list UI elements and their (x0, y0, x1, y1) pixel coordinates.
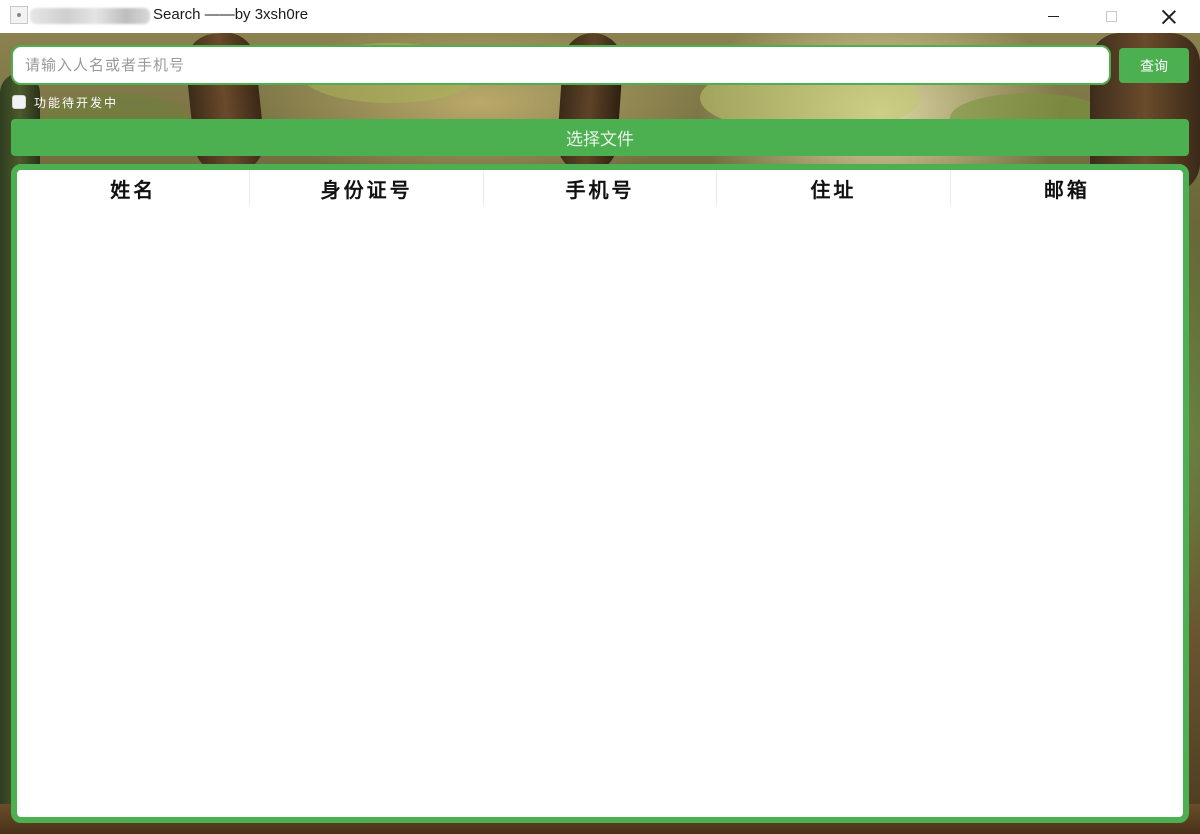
minimize-icon (1047, 16, 1059, 17)
redacted-title (30, 8, 150, 24)
search-input[interactable] (11, 45, 1111, 85)
column-header-phone[interactable]: 手机号 (484, 170, 718, 206)
close-button[interactable] (1140, 0, 1198, 33)
column-header-id-number[interactable]: 身份证号 (250, 170, 484, 206)
column-header-email[interactable]: 邮箱 (951, 170, 1183, 206)
query-button[interactable]: 查询 (1119, 48, 1189, 83)
feature-checkbox-label: 功能待开发中 (34, 95, 119, 110)
minimize-button[interactable] (1024, 0, 1082, 33)
column-header-address[interactable]: 住址 (717, 170, 951, 206)
table-header: 姓名 身份证号 手机号 住址 邮箱 (17, 170, 1183, 206)
window-title: Search ——by 3xsh0re (153, 6, 309, 23)
select-file-button[interactable]: 选择文件 (11, 119, 1189, 156)
results-table[interactable]: 姓名 身份证号 手机号 住址 邮箱 (11, 164, 1189, 823)
close-icon (1162, 10, 1176, 24)
column-header-name[interactable]: 姓名 (17, 170, 251, 206)
maximize-button[interactable] (1082, 0, 1140, 33)
feature-checkbox[interactable] (12, 95, 26, 109)
feature-option[interactable]: 功能待开发中 (12, 94, 118, 110)
maximize-icon (1105, 11, 1117, 22)
title-bar[interactable]: Search ——by 3xsh0re (0, 0, 1200, 33)
app-icon (10, 6, 28, 24)
